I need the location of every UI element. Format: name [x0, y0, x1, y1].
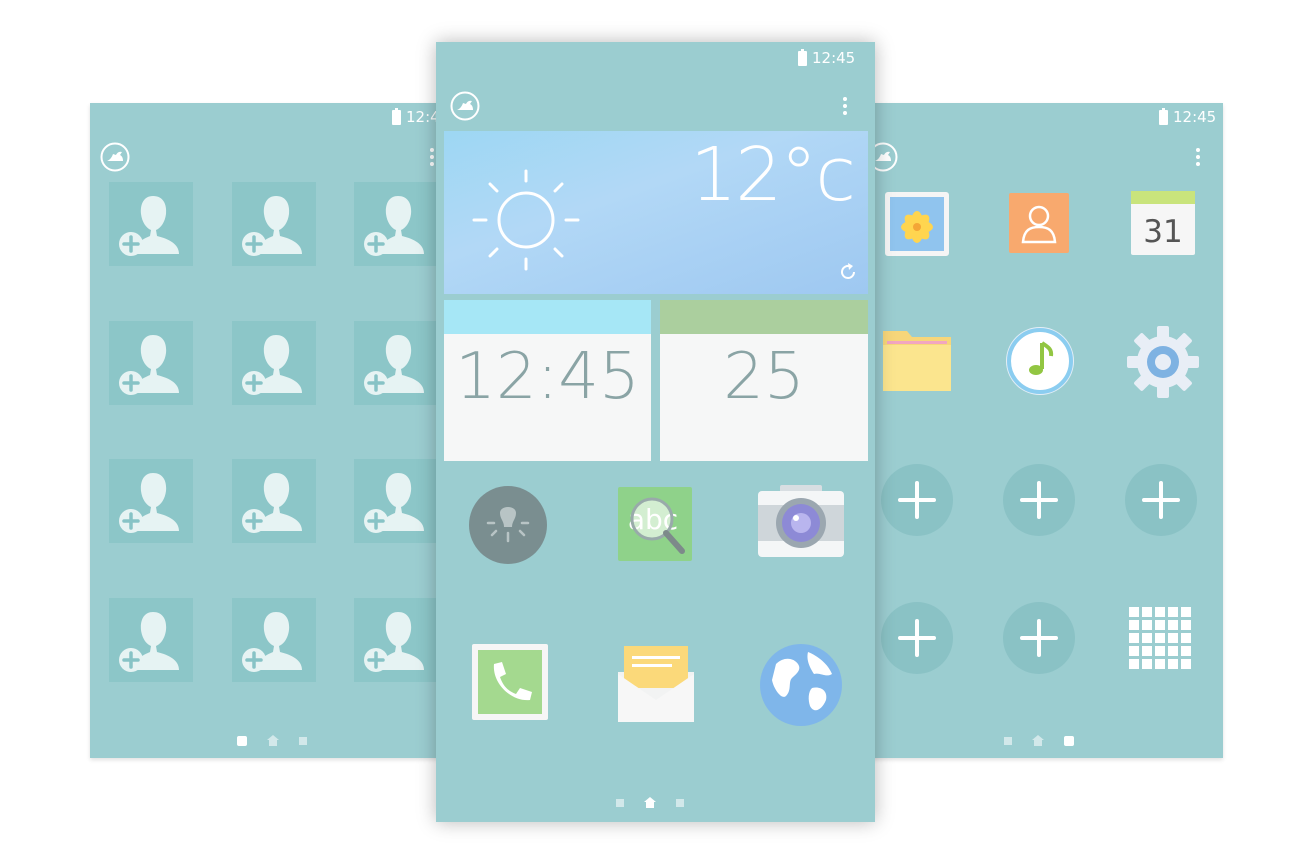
add-shortcut-slot[interactable] — [1125, 464, 1197, 536]
home-page-icon[interactable] — [644, 797, 656, 808]
add-contact-icon — [119, 612, 179, 672]
gallery-icon[interactable] — [884, 191, 950, 257]
calendar-icon[interactable]: 31 — [1130, 190, 1196, 256]
clock-time: 12:45 — [455, 340, 640, 414]
add-contact-icon — [364, 196, 424, 256]
running-shoe-icon[interactable] — [871, 142, 898, 172]
music-note-icon[interactable] — [1004, 325, 1076, 397]
home-page-icon[interactable] — [267, 735, 279, 746]
dictionary-search-icon[interactable]: abc — [616, 485, 696, 565]
app-grid-icon[interactable] — [1128, 606, 1194, 670]
clock-widget-band — [444, 300, 651, 334]
phone-icon[interactable] — [470, 642, 550, 722]
gear-icon[interactable] — [1126, 325, 1200, 399]
add-contact-tile[interactable] — [109, 321, 193, 405]
page-indicator — [616, 797, 684, 808]
more-vert-icon[interactable] — [843, 97, 847, 118]
home-page-icon[interactable] — [1032, 735, 1044, 746]
camera-icon[interactable] — [756, 483, 846, 559]
status-bar: 12:45 — [1159, 103, 1216, 131]
page-indicator — [237, 735, 307, 746]
add-contact-icon — [119, 473, 179, 533]
battery-icon — [798, 48, 807, 66]
status-bar: 12:45 — [392, 103, 442, 131]
page-dot-3[interactable] — [1064, 735, 1074, 746]
add-contact-tile[interactable] — [109, 182, 193, 266]
envelope-icon[interactable] — [616, 644, 696, 724]
date-widget-band — [660, 300, 868, 334]
page-dot-1[interactable] — [1004, 736, 1012, 745]
refresh-icon[interactable] — [838, 262, 858, 282]
add-contact-tile[interactable] — [109, 598, 193, 682]
add-contact-tile[interactable] — [232, 321, 316, 405]
sun-icon — [472, 169, 580, 271]
globe-icon[interactable] — [758, 642, 844, 728]
add-contact-tile[interactable] — [354, 182, 438, 266]
date-widget[interactable]: 25 — [660, 300, 868, 461]
status-time: 12:45 — [1173, 108, 1217, 126]
add-shortcut-slot[interactable] — [1003, 464, 1075, 536]
right-home-screen: 12:45 31 — [871, 103, 1223, 758]
add-contact-icon — [242, 196, 302, 256]
left-home-screen: 12:45 — [90, 103, 442, 758]
page-dot-3[interactable] — [676, 798, 684, 807]
page-dot-1[interactable] — [616, 798, 624, 807]
clock-widget[interactable]: 12:45 — [444, 300, 651, 461]
more-vert-icon[interactable] — [1196, 148, 1200, 169]
add-contact-icon — [242, 473, 302, 533]
add-contact-icon — [364, 612, 424, 672]
temperature-label: 12°c — [690, 132, 856, 218]
add-contact-tile[interactable] — [354, 598, 438, 682]
page-dot-3[interactable] — [299, 736, 307, 745]
add-contact-icon — [119, 335, 179, 395]
add-contact-tile[interactable] — [232, 182, 316, 266]
running-shoe-icon[interactable] — [100, 142, 130, 172]
add-contact-icon — [364, 335, 424, 395]
weather-widget[interactable]: 12°c — [444, 131, 868, 294]
page-dot-1[interactable] — [237, 735, 247, 746]
add-contact-icon — [364, 473, 424, 533]
battery-icon — [392, 107, 401, 125]
running-shoe-icon[interactable] — [450, 91, 480, 121]
add-contact-tile[interactable] — [354, 321, 438, 405]
add-contact-tile[interactable] — [109, 459, 193, 543]
date-day: 25 — [723, 340, 805, 414]
flashlight-icon[interactable] — [468, 485, 548, 565]
calendar-date: 31 — [1143, 214, 1182, 250]
add-contact-tile[interactable] — [354, 459, 438, 543]
add-contact-icon — [242, 612, 302, 672]
page-indicator — [1004, 735, 1074, 746]
add-shortcut-slot[interactable] — [1003, 602, 1075, 674]
add-contact-icon — [242, 335, 302, 395]
status-bar: 12:45 — [798, 44, 855, 72]
folder-icon[interactable] — [881, 327, 953, 393]
add-contact-tile[interactable] — [232, 598, 316, 682]
add-shortcut-slot[interactable] — [881, 464, 953, 536]
battery-icon — [1159, 107, 1168, 125]
add-contact-icon — [119, 196, 179, 256]
center-home-screen: 12:45 12°c 12:45 25 abc — [436, 42, 875, 822]
contacts-icon[interactable] — [1008, 192, 1070, 254]
status-time: 12:45 — [812, 49, 856, 67]
more-vert-icon[interactable] — [430, 148, 434, 169]
add-shortcut-slot[interactable] — [881, 602, 953, 674]
add-contact-tile[interactable] — [232, 459, 316, 543]
